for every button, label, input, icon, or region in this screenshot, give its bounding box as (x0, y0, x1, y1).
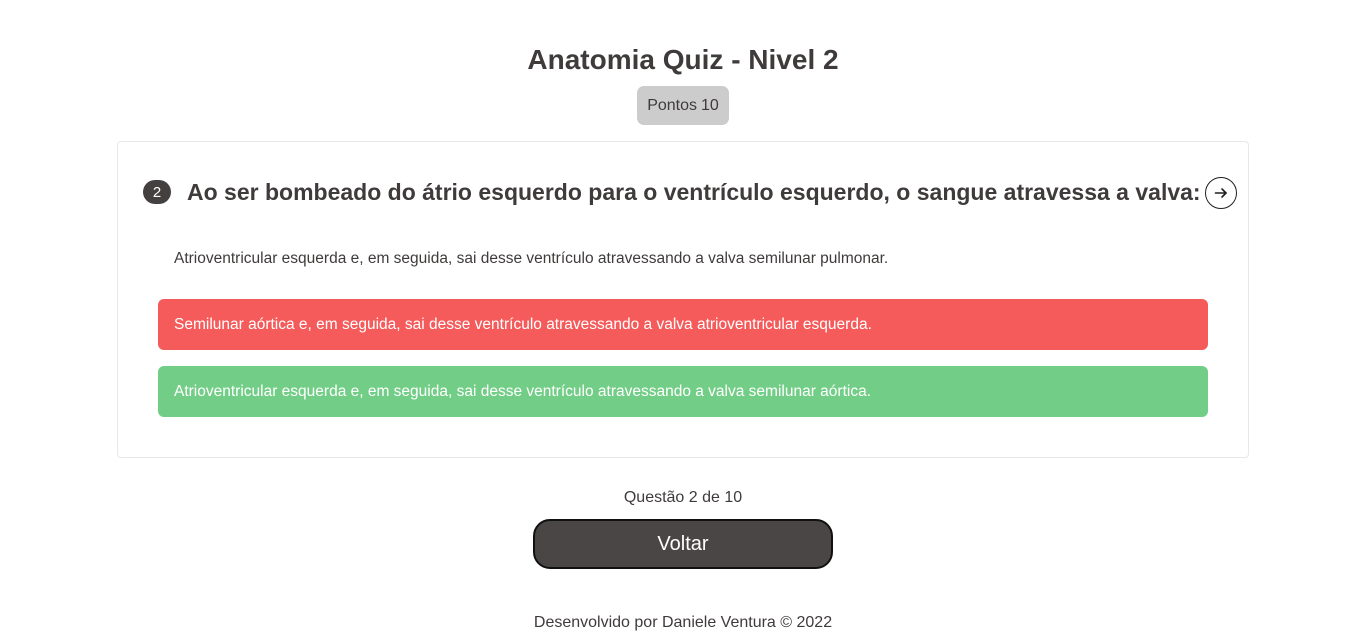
question-card: 2 Ao ser bombeado do átrio esquerdo para… (117, 141, 1249, 458)
question-text: Ao ser bombeado do átrio esquerdo para o… (187, 179, 1201, 205)
answer-option-text: Semilunar aórtica e, em seguida, sai des… (174, 315, 872, 333)
question-counter: Questão 2 de 10 (623, 489, 743, 506)
question-number-badge: 2 (143, 180, 171, 204)
quiz-page: Anatomia Quiz - Nivel 2 Pontos 10 2 Ao s… (0, 0, 1366, 634)
arrow-right-circle-icon (1214, 188, 1227, 198)
back-button[interactable]: Voltar (533, 519, 833, 569)
next-question-button[interactable] (1205, 177, 1237, 209)
score-label: Pontos (647, 96, 697, 114)
score-badge: Pontos 10 (637, 86, 729, 125)
answer-option-text: Atrioventricular esquerda e, em seguida,… (174, 249, 889, 267)
answer-option-wrong[interactable]: Semilunar aórtica e, em seguida, sai des… (158, 299, 1208, 350)
answer-option-text: Atrioventricular esquerda e, em seguida,… (174, 382, 872, 400)
page-title: Anatomia Quiz - Nivel 2 (527, 44, 839, 75)
answer-option[interactable]: Atrioventricular esquerda e, em seguida,… (158, 233, 1208, 284)
answer-option-correct[interactable]: Atrioventricular esquerda e, em seguida,… (158, 366, 1208, 417)
footer-credit: Desenvolvido por Daniele Ventura © 2022 (533, 614, 833, 631)
score-value: 10 (701, 96, 719, 114)
